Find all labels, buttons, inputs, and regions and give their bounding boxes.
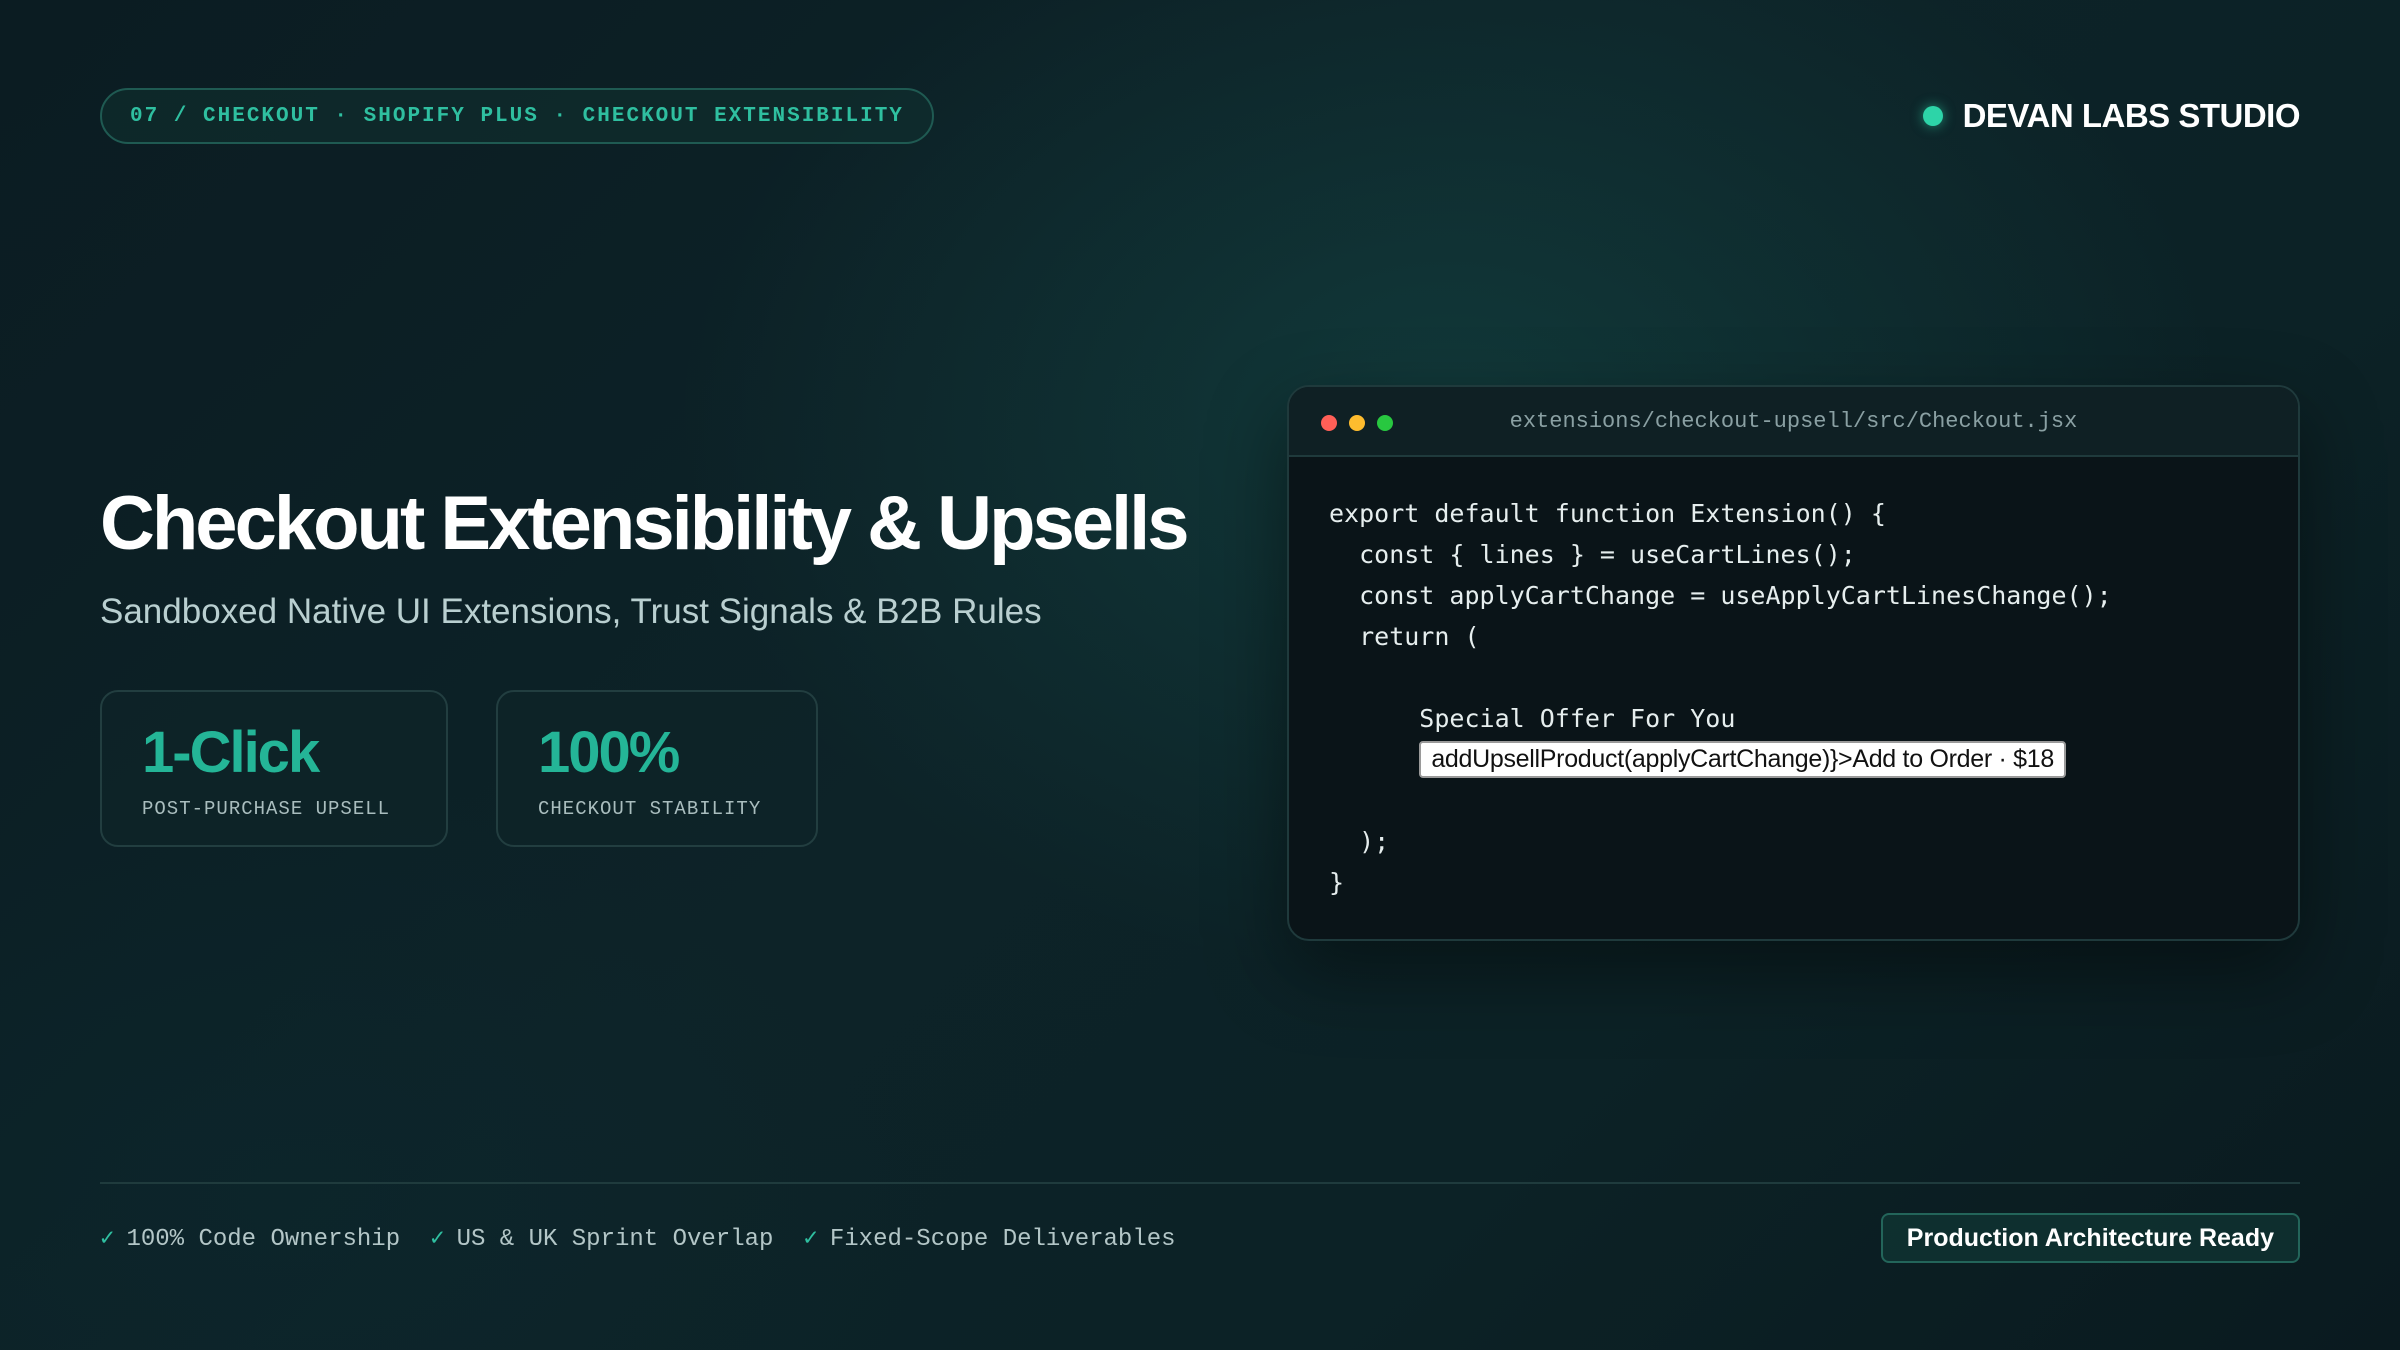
brand-name: DEVAN LABS STUDIO: [1962, 97, 2301, 134]
footer-divider: [100, 1182, 2300, 1184]
stat-label: CHECKOUT STABILITY: [538, 798, 762, 820]
code-body: export default function Extension() { co…: [1329, 493, 2278, 903]
code-line: Special Offer For You: [1329, 704, 1736, 733]
feature-label: Fixed-Scope Deliverables: [829, 1226, 1176, 1253]
breadcrumb-badge: 07 / CHECKOUT · SHOPIFY PLUS · CHECKOUT …: [100, 88, 934, 144]
stat-card-upsell: 1-Click POST-PURCHASE UPSELL: [100, 690, 448, 847]
status-badge: Production Architecture Ready: [1880, 1213, 2300, 1263]
stat-card-stability: 100% CHECKOUT STABILITY: [496, 690, 818, 847]
code-filename: extensions/checkout-upsell/src/Checkout.…: [1509, 409, 2078, 434]
stat-value: 1-Click: [142, 720, 320, 785]
feature-label: 100% Code Ownership: [126, 1226, 401, 1253]
feature-list: ✓ 100% Code Ownership ✓ US & UK Sprint Ove…: [100, 1222, 1206, 1254]
brand: DEVAN LABS STUDIO: [1922, 94, 2301, 138]
code-line: export default function Extension() {: [1329, 499, 1886, 528]
code-line-button: addUpsellProduct(applyCartChange)}>Add t…: [1329, 739, 2278, 780]
stat-value: 100%: [538, 720, 680, 785]
stat-label: POST-PURCHASE UPSELL: [142, 798, 391, 820]
feature-item: ✓ 100% Code Ownership: [100, 1223, 400, 1253]
code-line: );: [1329, 827, 1390, 856]
check-icon: ✓: [803, 1226, 818, 1253]
code-line: return (: [1329, 622, 1480, 651]
feature-label: US & UK Sprint Overlap: [456, 1226, 774, 1253]
code-line: const applyCartChange = useApplyCartLine…: [1329, 581, 2112, 610]
status-badge-label: Production Architecture Ready: [1906, 1223, 2274, 1252]
code-line: }: [1329, 868, 1345, 897]
add-to-order-button[interactable]: addUpsellProduct(applyCartChange)}>Add t…: [1419, 741, 2066, 778]
feature-item: ✓ Fixed-Scope Deliverables: [803, 1223, 1175, 1253]
status-dot-icon: [1922, 106, 1943, 126]
code-line: const { lines } = useCartLines();: [1329, 540, 1856, 569]
check-icon: ✓: [430, 1226, 445, 1253]
code-window: extensions/checkout-upsell/src/Checkout.…: [1287, 385, 2300, 941]
code-window-titlebar: extensions/checkout-upsell/src/Checkout.…: [1289, 387, 2298, 457]
check-icon: ✓: [100, 1226, 115, 1253]
page-title: Checkout Extensibility & Upsells: [100, 481, 1190, 566]
page-subtitle: Sandboxed Native UI Extensions, Trust Si…: [100, 592, 1042, 631]
feature-item: ✓ US & UK Sprint Overlap: [430, 1223, 773, 1253]
breadcrumb-text: 07 / CHECKOUT · SHOPIFY PLUS · CHECKOUT …: [130, 104, 904, 128]
